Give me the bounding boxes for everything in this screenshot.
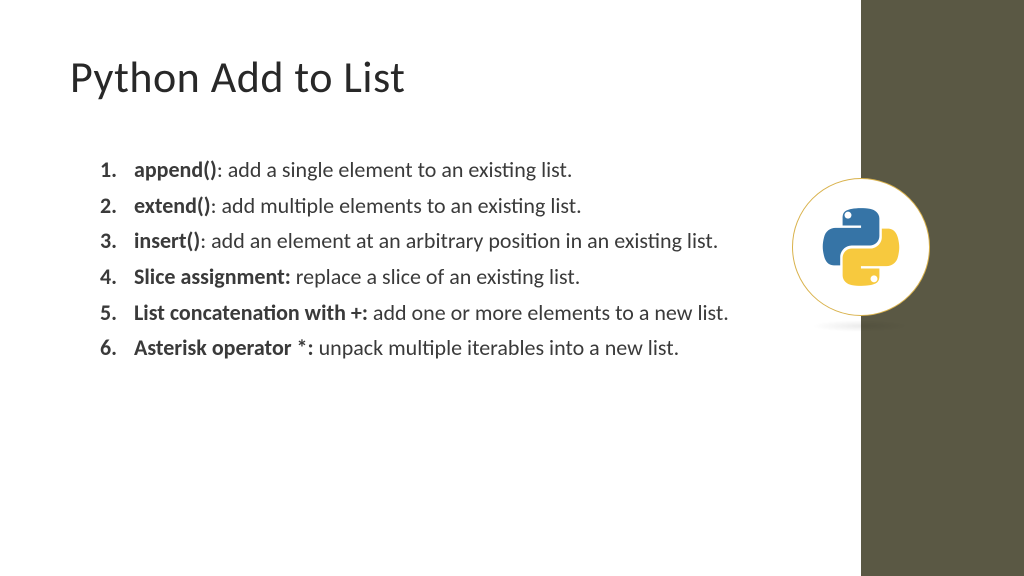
list-body: 1. append(): add a single element to an … [100, 155, 765, 369]
item-number: 4. [100, 262, 134, 292]
item-text: List concatenation with +: add one or mo… [134, 298, 729, 328]
item-desc: replace a slice of an existing list. [296, 263, 581, 290]
item-desc: add a single element to an existing list… [228, 156, 573, 183]
item-bold: Slice assignment: [134, 263, 291, 290]
item-sep: : [211, 192, 222, 219]
item-bold: append() [134, 156, 217, 183]
slide: Python Add to List 1. append(): add a si… [0, 0, 1024, 576]
item-desc: add one or more elements to a new list. [373, 299, 729, 326]
item-desc: add an element at an arbitrary position … [211, 227, 718, 254]
list-item: 3. insert(): add an element at an arbitr… [100, 226, 765, 256]
item-number: 6. [100, 333, 134, 363]
item-number: 3. [100, 226, 134, 256]
item-number: 1. [100, 155, 134, 185]
item-text: Asterisk operator *: unpack multiple ite… [134, 333, 679, 363]
item-bold: Asterisk operator *: [134, 334, 314, 361]
item-text: extend(): add multiple elements to an ex… [134, 191, 582, 221]
list-item: 2. extend(): add multiple elements to an… [100, 191, 765, 221]
item-bold: List concatenation with +: [134, 299, 368, 326]
item-bold: insert() [134, 227, 200, 254]
item-sep: : [217, 156, 228, 183]
item-number: 5. [100, 298, 134, 328]
item-bold: extend() [134, 192, 211, 219]
item-text: append(): add a single element to an exi… [134, 155, 572, 185]
item-desc: unpack multiple iterables into a new lis… [319, 334, 680, 361]
list-item: 5. List concatenation with +: add one or… [100, 298, 765, 328]
page-title: Python Add to List [70, 50, 405, 104]
list-item: 6. Asterisk operator *: unpack multiple … [100, 333, 765, 363]
item-text: insert(): add an element at an arbitrary… [134, 226, 718, 256]
logo-shadow [812, 320, 910, 332]
item-sep: : [200, 227, 211, 254]
logo-circle [792, 178, 930, 316]
list-item: 1. append(): add a single element to an … [100, 155, 765, 185]
item-number: 2. [100, 191, 134, 221]
item-desc: add multiple elements to an existing lis… [221, 192, 581, 219]
list-item: 4. Slice assignment: replace a slice of … [100, 262, 765, 292]
python-logo-icon [822, 208, 900, 286]
item-text: Slice assignment: replace a slice of an … [134, 262, 580, 292]
